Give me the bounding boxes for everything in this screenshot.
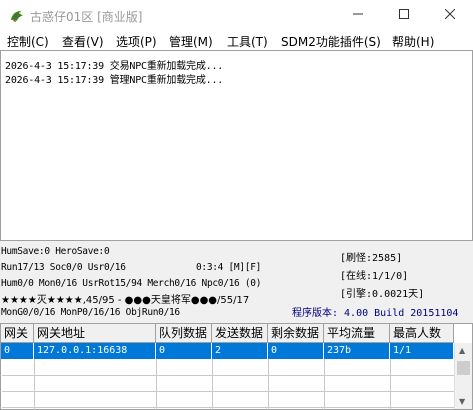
menu-tools[interactable]: 工具(T)	[227, 33, 268, 50]
run-status: Run17/13 Soc0/0 Usr0/16	[1, 262, 126, 273]
grid-line	[34, 359, 35, 410]
menu-sdm2-plugins[interactable]: SDM2功能插件(S)	[281, 33, 381, 50]
program-version: 程序版本: 4.00 Build 20151104	[292, 308, 459, 319]
object-status: Hum0/0 Mon0/16 UsrRot15/94 Merch0/16 Npc…	[1, 278, 262, 289]
menu-control[interactable]: 控制(C)	[7, 33, 49, 50]
close-button[interactable]	[427, 0, 473, 30]
scroll-down-icon[interactable]: ▼	[459, 397, 465, 406]
grid-line	[2, 391, 454, 392]
menu-manage[interactable]: 管理(M)	[169, 33, 213, 50]
log-area[interactable]: 2026-4-3 15:17:39 交易NPC重新加载完成... 2026-4-…	[0, 50, 473, 241]
scrollbar-thumb[interactable]	[457, 361, 470, 375]
table-cell-queue[interactable]: 0	[156, 343, 212, 359]
menu-help[interactable]: 帮助(H)	[392, 33, 434, 50]
table-cell-sent[interactable]: 2	[212, 343, 268, 359]
grid-line	[212, 359, 213, 410]
grid-line	[268, 359, 269, 410]
log-line: 2026-4-3 15:17:39 管理NPC重新加载完成...	[5, 75, 224, 86]
uptime-status: 0:3:4 [M][F]	[196, 262, 262, 273]
menu-bar: 控制(C) 查看(V) 选项(P) 管理(M) 工具(T) SDM2功能插件(S…	[0, 32, 473, 50]
grid-line	[390, 359, 391, 410]
table-cell-address[interactable]: 127.0.0.1:16638	[34, 343, 156, 359]
maximize-button[interactable]	[381, 0, 427, 30]
table-cell-avg-traffic[interactable]: 237b	[324, 343, 390, 359]
column-header-sent[interactable]: 发送数据	[212, 324, 268, 343]
minimize-button[interactable]	[335, 0, 381, 30]
grid-line	[324, 359, 325, 410]
title-bar: 古惑仔01区 [商业版]	[0, 0, 473, 32]
table-cell-gateway[interactable]: 0	[1, 343, 34, 359]
status-panel: HumSave:0 HeroSave:0 Run17/13 Soc0/0 Usr…	[0, 242, 473, 322]
window-title: 古惑仔01区 [商业版]	[30, 10, 143, 24]
refresh-monster-label: [刷怪:2585]	[340, 253, 403, 264]
column-header-queue[interactable]: 队列数据	[156, 324, 212, 343]
maximize-icon	[399, 8, 409, 22]
engine-uptime-label: [引擎:0.0021天]	[340, 289, 425, 300]
minimize-icon	[353, 8, 363, 22]
online-count-label: [在线:1/1/0]	[340, 271, 409, 282]
column-header-avg-traffic[interactable]: 平均流量	[324, 324, 390, 343]
menu-options[interactable]: 选项(P)	[116, 33, 157, 50]
grid-line	[2, 407, 454, 408]
castle-status: ★★★★灭★★★★,45/95 - ●●●天皇将军●●●/55/17	[1, 295, 250, 306]
table-cell-remaining[interactable]: 0	[268, 343, 324, 359]
column-header-gateway[interactable]: 网关	[1, 324, 34, 343]
column-header-max-users[interactable]: 最高人数	[390, 324, 454, 343]
table-cell-max-users[interactable]: 1/1	[390, 343, 454, 359]
menu-view[interactable]: 查看(V)	[62, 33, 104, 50]
grid-line	[2, 375, 454, 376]
gateway-grid[interactable]: 网关 网关地址 队列数据 发送数据 剩余数据 平均流量 最高人数 0 127.0…	[0, 323, 473, 410]
log-line: 2026-4-3 15:17:39 交易NPC重新加载完成...	[5, 61, 224, 72]
monster-status: MonG0/0/16 MonP0/16/16 ObjRun0/16	[1, 307, 180, 318]
close-icon	[444, 8, 456, 22]
save-status: HumSave:0 HeroSave:0	[1, 246, 110, 257]
grid-line	[156, 359, 157, 410]
vertical-scrollbar[interactable]: ▲ ▼	[454, 343, 472, 409]
dragon-app-icon[interactable]	[9, 8, 25, 24]
scroll-up-icon[interactable]: ▲	[459, 346, 465, 355]
column-header-remaining[interactable]: 剩余数据	[268, 324, 324, 343]
column-header-address[interactable]: 网关地址	[34, 324, 156, 343]
